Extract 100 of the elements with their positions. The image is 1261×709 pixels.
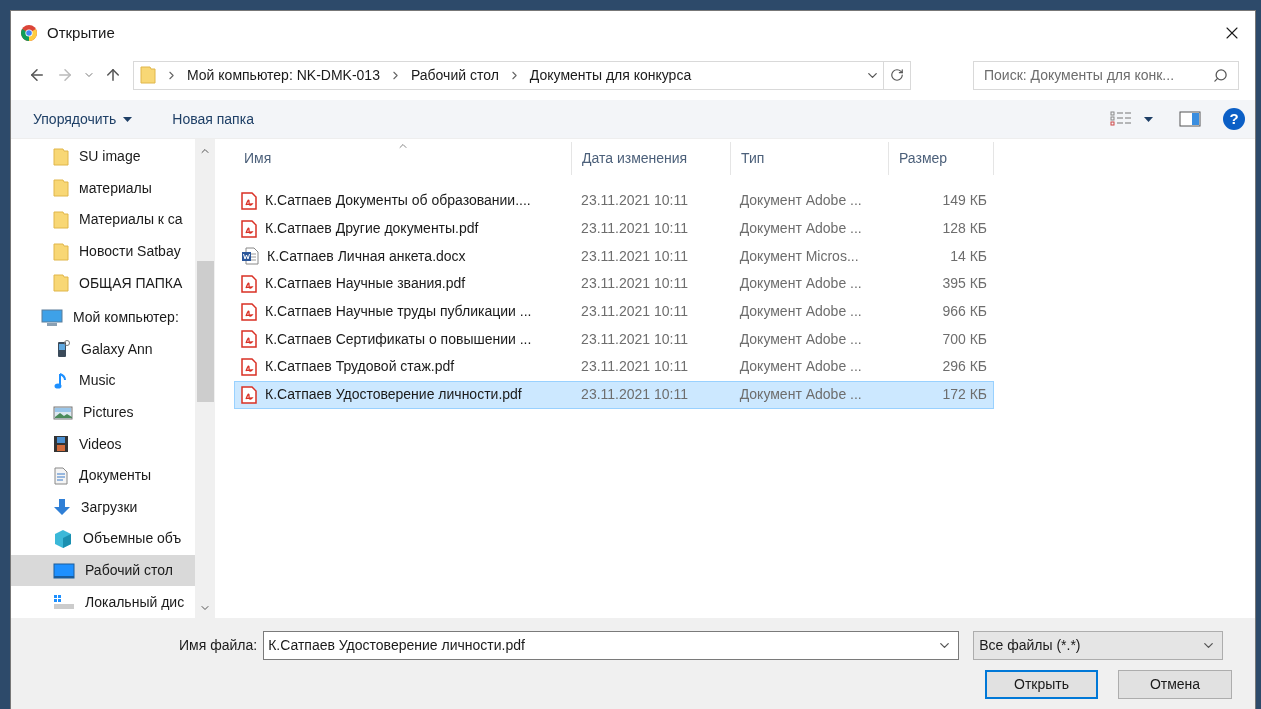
folder-icon xyxy=(53,211,69,229)
file-type: Документ Adobe ... xyxy=(738,219,863,239)
pdf-icon xyxy=(241,302,257,321)
sidebar-item[interactable]: Документы xyxy=(11,459,195,492)
filename-field[interactable]: К.Сатпаев Удостоверение личности.pdf xyxy=(263,631,960,661)
breadcrumb[interactable]: Мой компьютер: NK-DMK-013 xyxy=(187,64,380,86)
file-name: К.Сатпаев Научные звания.pdf xyxy=(265,274,466,294)
sidebar-item[interactable]: материалы xyxy=(11,172,195,205)
search-field[interactable]: Поиск: Документы для конк... xyxy=(973,60,1239,90)
download-arrow-icon xyxy=(53,498,71,517)
filename-label: Имя файла: xyxy=(179,636,258,656)
modified-date: 23.11.2021 10:11 xyxy=(580,191,689,211)
file-name: К.Сатпаев Другие документы.pdf xyxy=(265,219,479,239)
view-options-button[interactable] xyxy=(1110,111,1153,127)
file-size: 128 КБ xyxy=(941,219,988,239)
scrollbar-thumb[interactable] xyxy=(196,261,214,402)
pdf-icon xyxy=(241,274,257,293)
sidebar-item[interactable]: Новости Satbay xyxy=(11,235,195,268)
folder-icon xyxy=(53,147,69,166)
desktop-icon xyxy=(53,562,75,579)
modified-date: 23.11.2021 10:11 xyxy=(580,246,689,266)
sidebar-item[interactable]: Объемные объ xyxy=(11,523,195,555)
file-name: К.Сатпаев Удостоверение личности.pdf xyxy=(265,385,522,405)
file-type: Документ Adobe ... xyxy=(738,329,863,349)
file-row[interactable]: К.Сатпаев Трудовой стаж.pdf 23.11.2021 10:11 Документ Adobe ... 296 КБ xyxy=(234,353,994,381)
file-row[interactable]: К.Сатпаев Удостоверение личности.pdf 23.11.2021 10:11 Документ Adobe ... 172 КБ xyxy=(234,380,994,409)
modified-date: 23.11.2021 10:11 xyxy=(580,385,689,405)
help-button[interactable]: ? xyxy=(1223,108,1245,130)
sidebar-item[interactable]: Pictures xyxy=(11,396,195,429)
file-type-dropdown[interactable]: Все файлы (*.*) xyxy=(973,631,1224,661)
pdf-icon xyxy=(241,191,257,210)
search-input[interactable]: Поиск: Документы для конк... xyxy=(984,64,1213,86)
pdf-icon xyxy=(241,219,257,238)
column-header[interactable]: Дата изменения xyxy=(572,142,731,175)
organize-button[interactable]: Упорядочить xyxy=(33,108,133,130)
modified-date: 23.11.2021 10:11 xyxy=(580,274,689,294)
file-size: 14 КБ xyxy=(949,246,988,266)
sidebar-item[interactable]: Рабочий стол xyxy=(11,554,195,587)
window-title: Открытие xyxy=(47,22,115,43)
file-size: 296 КБ xyxy=(941,357,988,377)
sidebar-item[interactable]: Материалы к са xyxy=(11,204,195,236)
pdf-icon xyxy=(241,385,257,404)
pdf-icon xyxy=(241,330,257,349)
caret-icon xyxy=(1144,116,1153,122)
column-header[interactable]: Имя xyxy=(234,142,572,175)
search-icon xyxy=(1213,67,1228,83)
drive-icon xyxy=(53,594,75,611)
breadcrumb[interactable]: Рабочий стол xyxy=(410,64,499,86)
refresh-icon xyxy=(890,68,904,82)
file-row[interactable]: К.Сатпаев Сертификаты о повышении ... 23.11.2021 10:11 Документ Adobe ... 700 КБ xyxy=(234,325,994,354)
file-size: 172 КБ xyxy=(941,385,988,405)
file-row[interactable]: К.Сатпаев Личная анкета.docx 23.11.2021 10:11 Документ Micros... 14 КБ xyxy=(234,242,994,271)
preview-pane-button[interactable] xyxy=(1179,111,1201,127)
sidebar-item[interactable]: Music xyxy=(11,365,195,397)
breadcrumb[interactable]: Документы для конкурса xyxy=(529,64,692,86)
file-row[interactable]: К.Сатпаев Научные звания.pdf 23.11.2021 10:11 Документ Adobe ... 395 КБ xyxy=(234,270,994,298)
filename-input[interactable]: К.Сатпаев Удостоверение личности.pdf xyxy=(268,635,932,657)
file-type: Документ Adobe ... xyxy=(738,302,863,322)
sidebar-scrollbar[interactable] xyxy=(195,139,215,618)
caret-icon xyxy=(123,116,133,122)
modified-date: 23.11.2021 10:11 xyxy=(580,219,689,239)
column-header[interactable]: Размер xyxy=(889,142,994,175)
app-logo-icon xyxy=(21,25,37,41)
file-type: Документ Adobe ... xyxy=(738,385,863,405)
file-name: К.Сатпаев Сертификаты о повышении ... xyxy=(265,329,532,349)
file-size: 395 КБ xyxy=(941,274,988,294)
sidebar-item[interactable]: SU image xyxy=(11,141,195,173)
file-name: К.Сатпаев Трудовой стаж.pdf xyxy=(265,357,455,377)
file-size: 149 КБ xyxy=(941,191,988,211)
modified-date: 23.11.2021 10:11 xyxy=(580,329,689,349)
cube-icon xyxy=(53,528,73,549)
sidebar-item[interactable]: Локальный дис xyxy=(11,586,195,618)
sidebar-item[interactable]: Мой компьютер: xyxy=(11,301,195,334)
file-type: Документ Adobe ... xyxy=(738,357,863,377)
folder-icon xyxy=(53,179,69,198)
file-size: 966 КБ xyxy=(941,302,988,322)
sidebar-item[interactable]: Videos xyxy=(11,428,195,460)
monitor-icon xyxy=(41,308,63,327)
file-row[interactable]: К.Сатпаев Научные труды публикации ... 23.11.2021 10:11 Документ Adobe ... 966 КБ xyxy=(234,297,994,326)
file-type: Документ Adobe ... xyxy=(738,274,863,294)
open-button[interactable]: Открыть xyxy=(985,669,1098,699)
sidebar-item[interactable]: Galaxy Ann xyxy=(11,333,195,366)
file-row[interactable]: К.Сатпаев Документы об образовании.... 23.11.2021 10:11 Документ Adobe ... 149 КБ xyxy=(234,187,994,215)
folder-icon xyxy=(53,274,69,293)
modified-date: 23.11.2021 10:11 xyxy=(580,357,689,377)
sidebar-item[interactable]: ОБЩАЯ ПАПКА xyxy=(11,267,195,299)
document-icon xyxy=(53,466,69,485)
column-header[interactable]: Тип xyxy=(731,142,889,175)
music-note-icon xyxy=(53,371,69,390)
new-folder-button[interactable]: Новая папка xyxy=(172,108,254,130)
folder-icon xyxy=(53,242,69,261)
cancel-button[interactable]: Отмена xyxy=(1118,669,1232,699)
sidebar-item[interactable]: Загрузки xyxy=(11,491,195,524)
picture-icon xyxy=(53,404,73,421)
folder-icon xyxy=(140,66,156,84)
address-bar[interactable]: Мой компьютер: NK-DMK-013 Рабочий стол Документы для конкурса xyxy=(133,60,911,90)
preview-pane-icon xyxy=(1179,111,1201,127)
pdf-icon xyxy=(241,357,257,376)
file-row[interactable]: К.Сатпаев Другие документы.pdf 23.11.2021 10:11 Документ Adobe ... 128 КБ xyxy=(234,214,994,243)
film-icon xyxy=(53,435,69,454)
